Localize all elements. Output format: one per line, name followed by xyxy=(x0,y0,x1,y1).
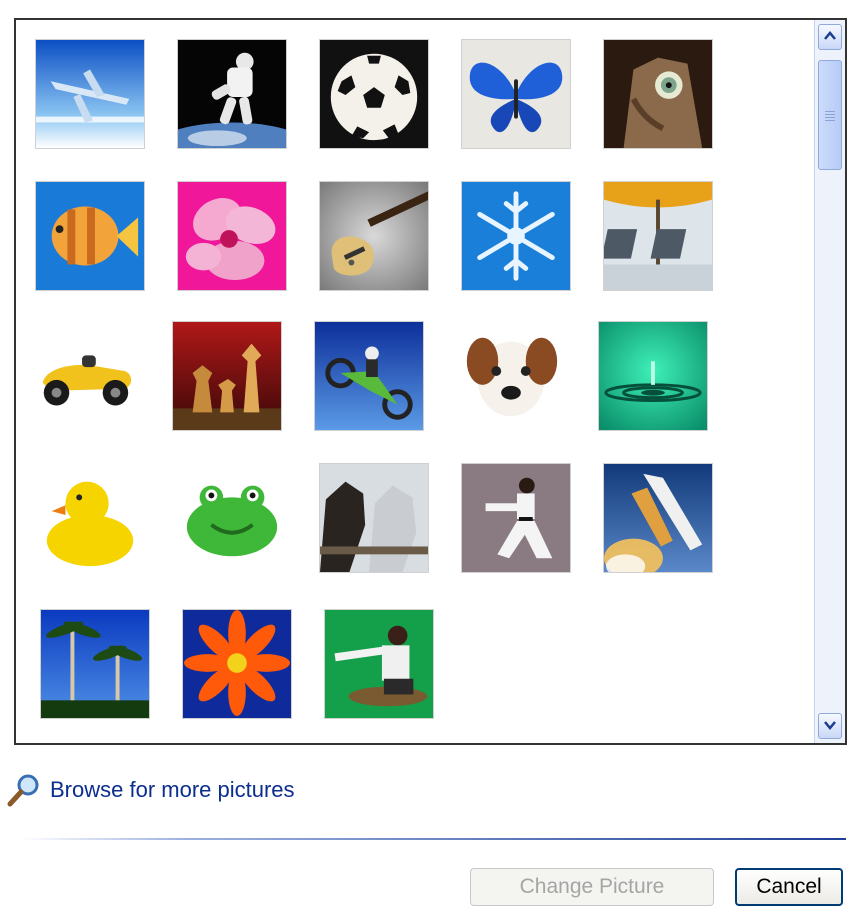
picture-fish[interactable] xyxy=(35,181,145,291)
picture-space-shuttle[interactable] xyxy=(603,463,713,573)
karate-icon xyxy=(462,464,570,572)
picture-cat[interactable] xyxy=(603,39,713,149)
divider xyxy=(20,838,846,840)
fish-icon xyxy=(36,182,144,290)
horses-icon xyxy=(320,464,428,572)
chevron-up-icon xyxy=(824,31,836,40)
browse-label: Browse for more pictures xyxy=(50,777,295,802)
picture-karate[interactable] xyxy=(461,463,571,573)
scrollbar-thumb[interactable] xyxy=(818,60,842,170)
browse-more-pictures-link[interactable]: Browse for more pictures xyxy=(6,770,295,810)
picture-skateboarder[interactable] xyxy=(324,609,434,719)
soccer-ball-icon xyxy=(320,40,428,148)
picture-astronaut[interactable] xyxy=(177,39,287,149)
airplane-icon xyxy=(36,40,144,148)
picture-soccer-ball[interactable] xyxy=(319,39,429,149)
race-car-icon xyxy=(31,322,139,430)
chess-icon xyxy=(173,322,281,430)
scroll-up-button[interactable] xyxy=(818,24,842,50)
grip-icon xyxy=(825,109,835,123)
picture-airplane[interactable] xyxy=(35,39,145,149)
cancel-button[interactable]: Cancel xyxy=(735,868,843,906)
cat-icon xyxy=(604,40,712,148)
picture-grid xyxy=(14,18,847,745)
vertical-scrollbar[interactable] xyxy=(814,20,845,743)
picture-race-car[interactable] xyxy=(30,321,140,431)
astronaut-icon xyxy=(178,40,286,148)
dog-icon xyxy=(457,322,565,430)
rubber-duck-icon xyxy=(36,464,144,572)
butterfly-icon xyxy=(462,40,570,148)
picture-frog[interactable] xyxy=(177,463,287,573)
picture-palm-trees[interactable] xyxy=(40,609,150,719)
snowflake-icon xyxy=(462,182,570,290)
change-picture-button[interactable]: Change Picture xyxy=(470,868,714,906)
frog-icon xyxy=(178,464,286,572)
beach-chairs-icon xyxy=(604,182,712,290)
picture-dirt-bike[interactable] xyxy=(314,321,424,431)
orange-flower-icon xyxy=(183,610,291,718)
guitar-icon xyxy=(320,182,428,290)
picture-beach-chairs[interactable] xyxy=(603,181,713,291)
picture-snowflake[interactable] xyxy=(461,181,571,291)
picture-butterfly[interactable] xyxy=(461,39,571,149)
picture-chess[interactable] xyxy=(172,321,282,431)
picture-dog[interactable] xyxy=(456,321,566,431)
scroll-down-button[interactable] xyxy=(818,713,842,739)
flower-icon xyxy=(178,182,286,290)
magnifier-icon xyxy=(7,774,39,807)
skateboarder-icon xyxy=(325,610,433,718)
picture-rubber-duck[interactable] xyxy=(35,463,145,573)
picture-water-drop[interactable] xyxy=(598,321,708,431)
picture-flower-pink[interactable] xyxy=(177,181,287,291)
chevron-down-icon xyxy=(824,721,836,730)
space-shuttle-icon xyxy=(604,464,712,572)
picture-orange-flower[interactable] xyxy=(182,609,292,719)
water-drop-icon xyxy=(599,322,707,430)
picture-guitar[interactable] xyxy=(319,181,429,291)
dirt-bike-icon xyxy=(315,322,423,430)
picture-horses[interactable] xyxy=(319,463,429,573)
palm-trees-icon xyxy=(41,610,149,718)
